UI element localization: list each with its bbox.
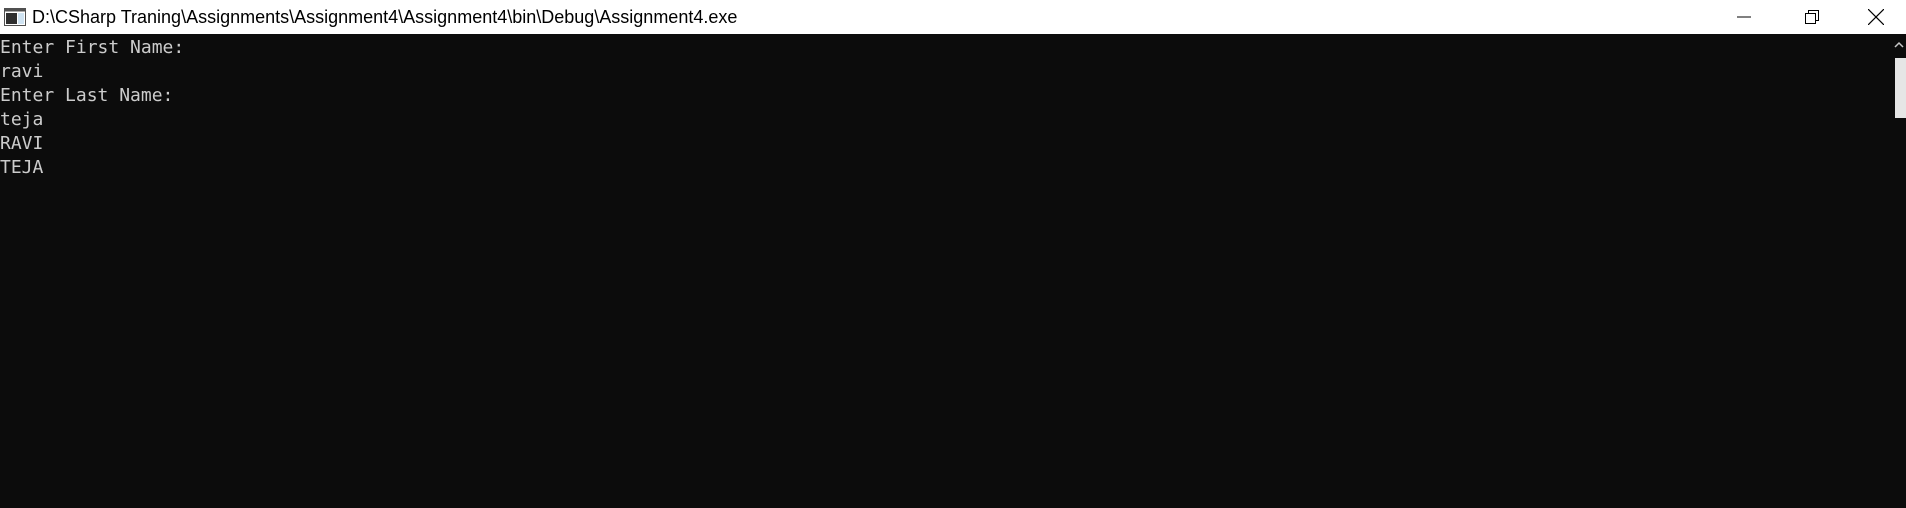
restore-icon <box>1805 10 1819 24</box>
title-bar[interactable]: D:\CSharp Traning\Assignments\Assignment… <box>0 0 1906 34</box>
console-line-output-last-upper: TEJA <box>0 157 44 178</box>
console-window: D:\CSharp Traning\Assignments\Assignment… <box>0 0 1906 508</box>
minimize-icon <box>1737 16 1751 18</box>
scrollbar-thumb[interactable] <box>1895 58 1906 118</box>
close-button[interactable] <box>1846 0 1906 34</box>
console-line-input-last-name: teja <box>0 109 44 130</box>
minimize-button[interactable] <box>1710 0 1778 34</box>
console-output[interactable]: Enter First Name: ravi Enter Last Name: … <box>0 34 1892 508</box>
console-line-prompt-first-name: Enter First Name: <box>0 37 185 58</box>
vertical-scrollbar[interactable] <box>1892 34 1906 508</box>
console-app-icon <box>4 8 26 26</box>
console-line-input-first-name: ravi <box>0 61 44 82</box>
console-line-output-first-upper: RAVI <box>0 133 44 154</box>
console-line-prompt-last-name: Enter Last Name: <box>0 85 174 106</box>
restore-button[interactable] <box>1778 0 1846 34</box>
close-icon <box>1868 9 1884 25</box>
window-title: D:\CSharp Traning\Assignments\Assignment… <box>32 7 738 27</box>
chevron-up-icon[interactable] <box>1892 38 1906 52</box>
